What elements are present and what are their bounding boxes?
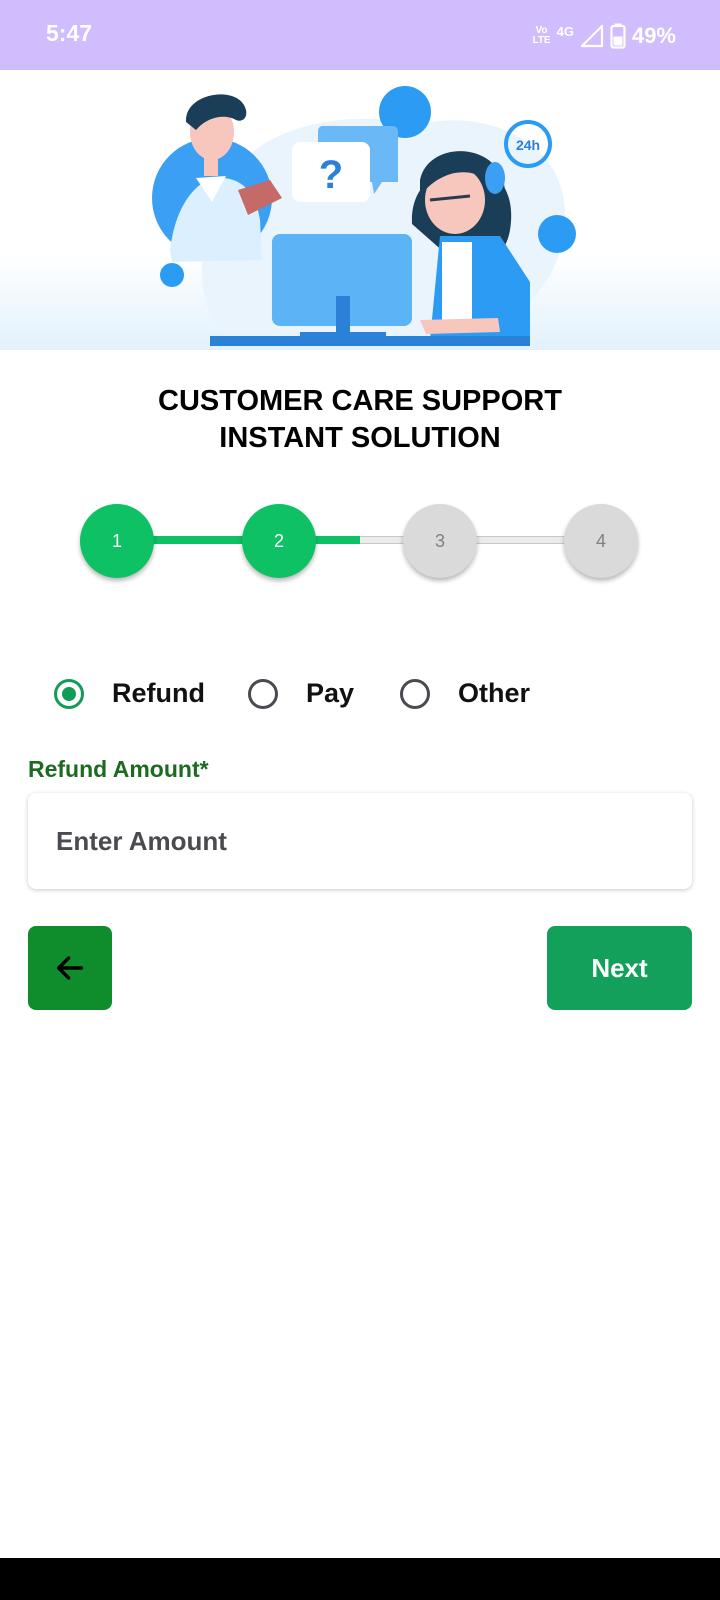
- status-time: 5:47: [46, 20, 93, 46]
- svg-text:24h: 24h: [516, 137, 540, 153]
- volte-icon: Vo LTE: [532, 25, 551, 46]
- network-type: 4G: [556, 23, 574, 39]
- status-indicators: Vo LTE 4G 49%: [532, 20, 676, 52]
- radio-other[interactable]: Other: [400, 678, 530, 709]
- step-3: 3: [403, 504, 477, 578]
- battery-percent: 49%: [631, 23, 676, 48]
- radio-pay[interactable]: Pay: [248, 678, 354, 709]
- radio-unselected-icon[interactable]: [400, 678, 430, 709]
- radio-refund[interactable]: Refund: [54, 678, 205, 709]
- request-type-radio-group: Refund Pay Other: [0, 678, 720, 722]
- step-4: 4: [564, 504, 638, 578]
- status-bar: 5:47 Vo LTE 4G 49%: [0, 0, 720, 70]
- radio-other-label: Other: [458, 678, 531, 708]
- step-1: 1: [80, 504, 154, 578]
- radio-unselected-icon[interactable]: [248, 678, 278, 709]
- refund-amount-input[interactable]: [28, 793, 692, 889]
- progress-stepper: 1 2 3 4: [0, 500, 720, 580]
- next-button[interactable]: Next: [547, 926, 692, 1010]
- refund-amount-label: Refund Amount*: [28, 756, 209, 782]
- back-button[interactable]: [28, 926, 112, 1010]
- battery-icon: [610, 23, 626, 49]
- arrow-left-icon: [56, 956, 84, 980]
- page-title: CUSTOMER CARE SUPPORT INSTANT SOLUTION: [158, 385, 562, 454]
- customer-support-illustration: ? 24h: [0, 70, 720, 350]
- radio-refund-label: Refund: [112, 678, 205, 708]
- step-2: 2: [242, 504, 316, 578]
- svg-text:?: ?: [319, 153, 343, 197]
- system-navigation-bar: [0, 1558, 720, 1600]
- radio-selected-icon[interactable]: [54, 678, 84, 709]
- radio-pay-label: Pay: [306, 678, 355, 708]
- signal-icon: [580, 24, 604, 48]
